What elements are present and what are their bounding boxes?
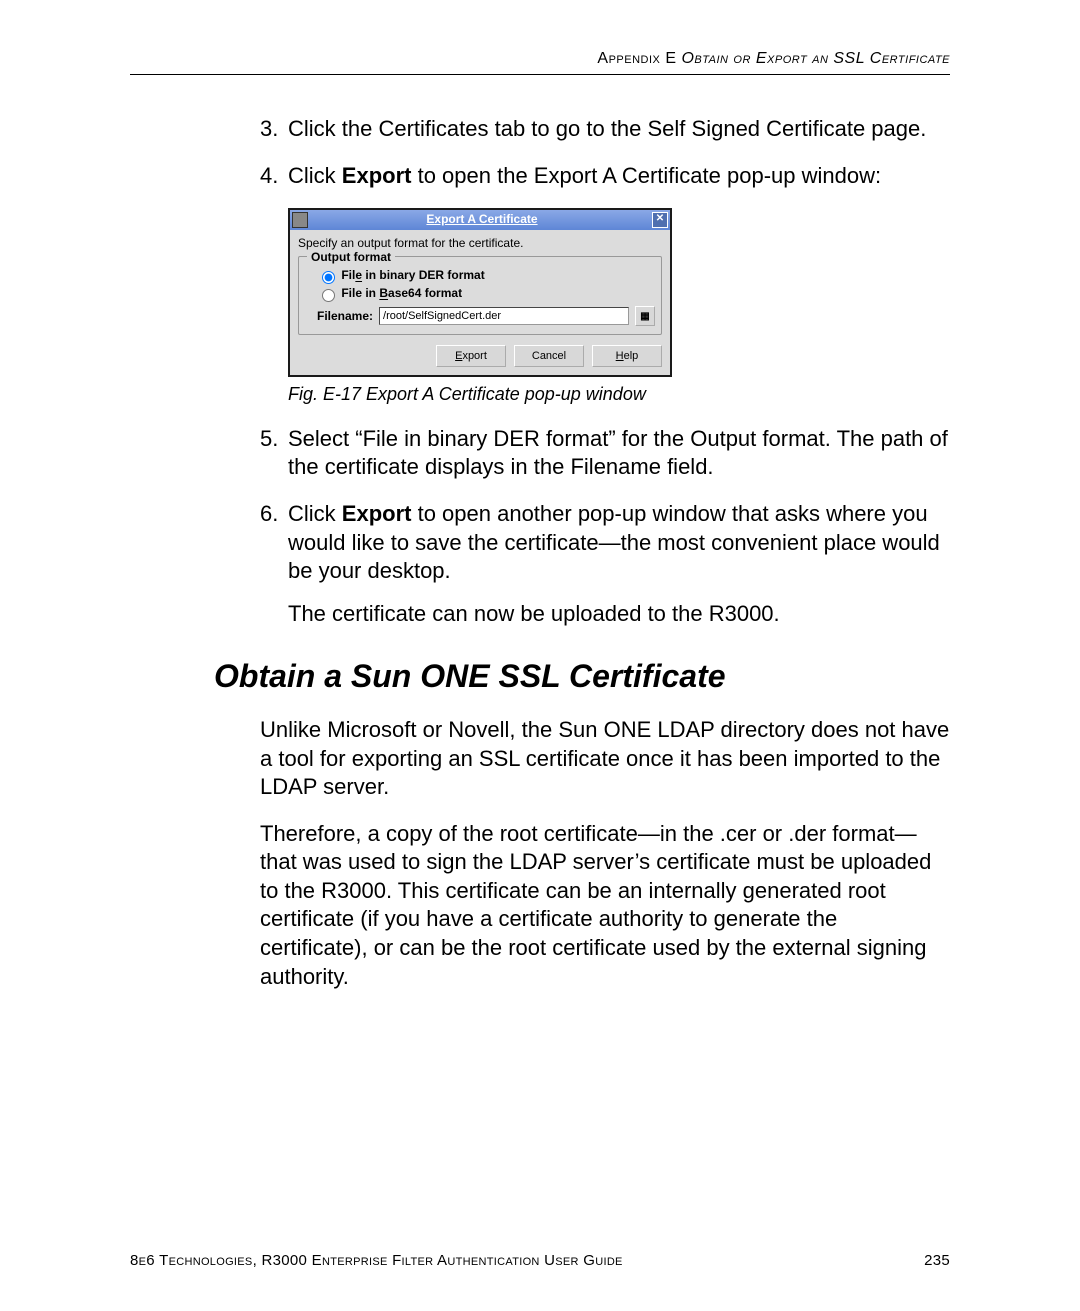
dialog-titlebar: Export A Certificate ✕ [290, 210, 670, 230]
close-icon[interactable]: ✕ [652, 212, 668, 228]
step-text: Select “File in binary DER format” for t… [288, 426, 948, 480]
running-header: Appendix E Obtain or Export an SSL Certi… [130, 50, 950, 75]
dialog-body: Specify an output format for the certifi… [290, 230, 670, 375]
step-number: 5. [260, 425, 278, 454]
step-list-1: 3. Click the Certificates tab to go to t… [260, 115, 950, 190]
output-format-group: Output format File in binary DER format … [298, 256, 662, 336]
section-para-1: Unlike Microsoft or Novell, the Sun ONE … [260, 716, 950, 802]
folder-icon: ▦ [640, 310, 649, 323]
dialog-title: Export A Certificate [312, 212, 652, 228]
step-list-2: 5. Select “File in binary DER format” fo… [260, 425, 950, 629]
help-button[interactable]: Help [592, 345, 662, 367]
step-text: Click the Certificates tab to go to the … [288, 116, 926, 141]
export-button[interactable]: Export [436, 345, 506, 367]
step-6: 6. Click Export to open another pop-up w… [260, 500, 950, 628]
header-title: Obtain or Export an SSL Certificate [681, 50, 950, 67]
step-4: 4. Click Export to open the Export A Cer… [260, 162, 950, 191]
figure-caption: Fig. E-17 Export A Certificate pop-up wi… [288, 383, 950, 406]
radio-base64-format[interactable]: File in Base64 format [317, 286, 655, 302]
radio-base64-input[interactable] [322, 289, 335, 302]
step-number: 4. [260, 162, 278, 191]
body-text: 3. Click the Certificates tab to go to t… [260, 115, 950, 991]
header-prefix: Appendix E [597, 50, 681, 67]
section-heading: Obtain a Sun ONE SSL Certificate [214, 656, 950, 698]
cancel-button[interactable]: Cancel [514, 345, 584, 367]
filename-field[interactable] [379, 307, 629, 325]
figure-e17: Export A Certificate ✕ Specify an output… [288, 208, 950, 377]
footer-text: 8e6 Technologies, R3000 Enterprise Filte… [130, 1252, 623, 1269]
section-para-2: Therefore, a copy of the root certificat… [260, 820, 950, 992]
step-6-followup: The certificate can now be uploaded to t… [288, 600, 950, 629]
export-certificate-dialog: Export A Certificate ✕ Specify an output… [288, 208, 672, 377]
step-text: Click Export to open the Export A Certif… [288, 163, 881, 188]
step-3: 3. Click the Certificates tab to go to t… [260, 115, 950, 144]
step-number: 6. [260, 500, 278, 529]
document-page: Appendix E Obtain or Export an SSL Certi… [0, 0, 1080, 1311]
radio-der-format[interactable]: File in binary DER format [317, 268, 655, 284]
page-number: 235 [924, 1252, 950, 1269]
app-icon [292, 212, 308, 228]
filename-label: Filename: [317, 309, 373, 325]
step-5: 5. Select “File in binary DER format” fo… [260, 425, 950, 482]
page-footer: 8e6 Technologies, R3000 Enterprise Filte… [130, 1252, 950, 1269]
browse-button[interactable]: ▦ [635, 306, 655, 326]
output-format-legend: Output format [307, 250, 395, 266]
radio-der-input[interactable] [322, 271, 335, 284]
dialog-buttons: Export Cancel Help [298, 345, 662, 367]
step-number: 3. [260, 115, 278, 144]
filename-row: Filename: ▦ [317, 306, 655, 326]
step-text: Click Export to open another pop-up wind… [288, 501, 940, 583]
